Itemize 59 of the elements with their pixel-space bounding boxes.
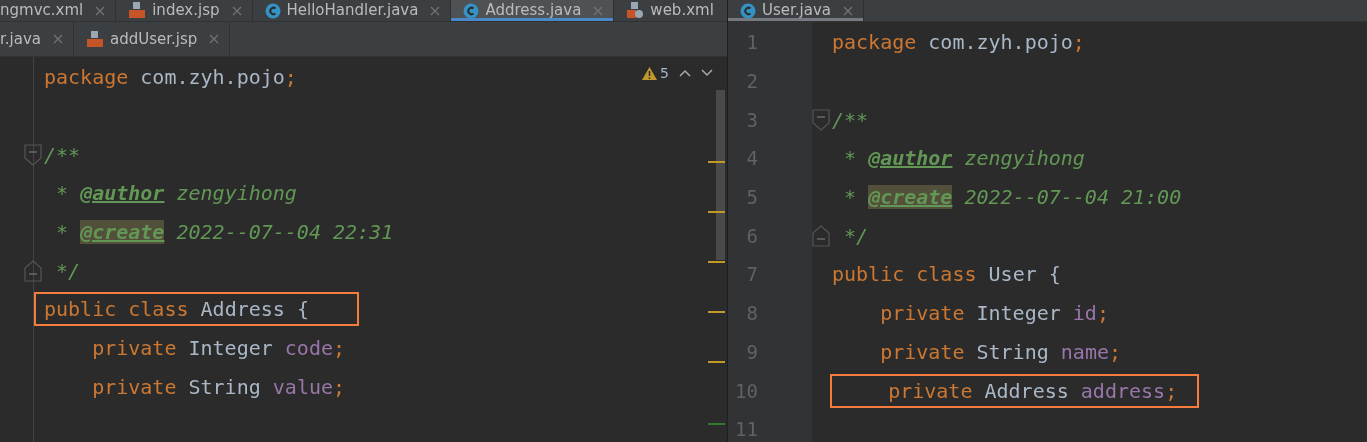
class-icon [463, 2, 480, 19]
tab-label: index.jsp [152, 2, 220, 19]
close-icon[interactable] [593, 5, 604, 16]
warning-icon[interactable] [642, 66, 658, 80]
tab-label: addUser.jsp [110, 30, 198, 48]
close-icon[interactable] [53, 34, 63, 44]
tab-label: r.java [0, 30, 41, 48]
code-line: public class User { [832, 261, 1061, 289]
editor-tab[interactable]: addUser.jsp [74, 22, 231, 56]
editor-tab[interactable]: ngmvc.xml [0, 0, 117, 21]
jsp-file-icon [128, 2, 147, 19]
code-line: private Integer code; [91, 335, 346, 363]
editor-tab[interactable]: r.java [0, 22, 74, 56]
fold-icon[interactable] [24, 259, 42, 282]
tab-label: Address.java [485, 2, 582, 19]
change-marker[interactable] [708, 422, 725, 425]
fold-icon[interactable] [812, 108, 830, 131]
editor-tab[interactable]: Address.java [451, 0, 615, 21]
warning-marker[interactable] [708, 311, 725, 314]
code-line: private String value; [91, 373, 346, 401]
warning-marker[interactable] [708, 261, 725, 264]
tab-label: web.xml [650, 2, 714, 19]
code-line: * @create 2022--07--04 21:00 [843, 184, 1182, 212]
code-line: private Address address; [832, 375, 1198, 406]
fold-icon[interactable] [24, 143, 42, 166]
chevron-up-icon[interactable] [679, 69, 691, 77]
code-line: * @author zengyihong [843, 145, 1085, 173]
chevron-down-icon[interactable] [701, 69, 713, 77]
code-line: package com.zyh.pojo; [832, 29, 1085, 57]
code-line: * @create 2022--07--04 22:31 [55, 219, 394, 247]
code-line: private String name; [879, 338, 1121, 366]
close-icon[interactable] [430, 5, 441, 16]
warning-marker[interactable] [708, 361, 725, 364]
jsp-file-icon [86, 30, 104, 48]
xml-file-icon [626, 2, 645, 19]
close-icon[interactable] [231, 5, 242, 16]
fold-icon[interactable] [812, 224, 830, 247]
tab-label: ngmvc.xml [0, 2, 84, 19]
close-icon[interactable] [209, 34, 220, 44]
code-line: * @author zengyihong [55, 180, 297, 208]
code-line: package com.zyh.pojo; [44, 64, 297, 92]
code-line: public class Address { [36, 294, 357, 325]
code-line: /** [832, 106, 869, 134]
editor-tab[interactable]: HelloHandler.java [252, 0, 452, 21]
warning-count[interactable]: 5 [660, 65, 669, 81]
close-icon[interactable] [95, 5, 106, 16]
tab-label: User.java [762, 2, 831, 19]
code-line: */ [843, 222, 869, 250]
warning-marker[interactable] [708, 211, 725, 213]
warning-marker[interactable] [708, 160, 725, 163]
tab-label: HelloHandler.java [286, 2, 419, 19]
code-line: private Integer id; [879, 300, 1109, 328]
editor-tab[interactable]: User.java [728, 0, 864, 21]
close-icon[interactable] [843, 5, 853, 16]
editor-tab[interactable]: index.jsp [116, 0, 253, 21]
code-line: /** [44, 141, 81, 169]
class-icon [740, 2, 756, 19]
code-line: */ [55, 257, 81, 285]
scrollbar-thumb[interactable] [716, 90, 725, 260]
